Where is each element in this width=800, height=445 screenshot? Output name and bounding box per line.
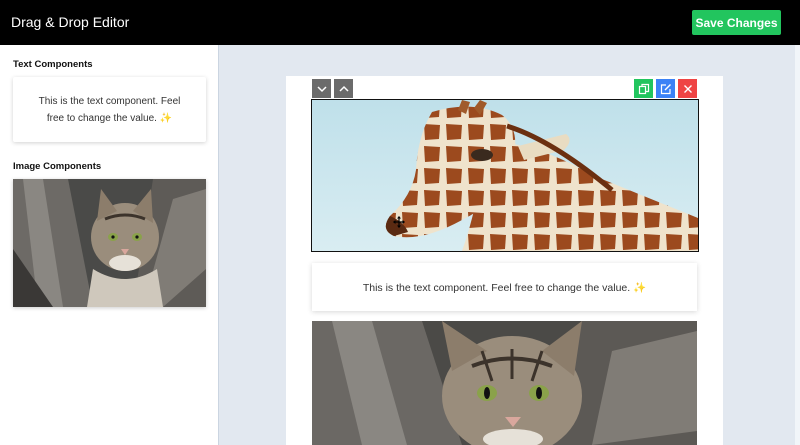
- giraffe-image: [312, 100, 698, 251]
- app-title: Drag & Drop Editor: [11, 14, 130, 30]
- edit-button[interactable]: [656, 79, 675, 98]
- text-components-heading: Text Components: [13, 59, 93, 70]
- text-block[interactable]: This is the text component. Feel free to…: [312, 263, 697, 311]
- top-bar: Drag & Drop Editor Save Changes: [0, 0, 800, 45]
- delete-button[interactable]: [678, 79, 697, 98]
- close-icon: [683, 84, 692, 93]
- chevron-down-icon: [316, 85, 327, 92]
- image-components-heading: Image Components: [13, 161, 102, 172]
- cat-image: [13, 179, 206, 307]
- page-scrollbar[interactable]: [795, 45, 800, 445]
- save-changes-button[interactable]: Save Changes: [692, 10, 781, 35]
- selected-image-block[interactable]: [311, 99, 699, 252]
- text-component-draggable[interactable]: This is the text component. Feel free to…: [13, 77, 206, 142]
- move-up-button[interactable]: [334, 79, 353, 98]
- image-component-draggable[interactable]: [13, 179, 206, 307]
- duplicate-button[interactable]: [634, 79, 653, 98]
- cat-image-large: [312, 321, 697, 445]
- copy-icon: [638, 83, 649, 94]
- image-block[interactable]: [312, 321, 697, 445]
- move-down-button[interactable]: [312, 79, 331, 98]
- edit-icon: [660, 83, 671, 94]
- chevron-up-icon: [338, 85, 349, 92]
- move-cursor-icon: [393, 216, 405, 228]
